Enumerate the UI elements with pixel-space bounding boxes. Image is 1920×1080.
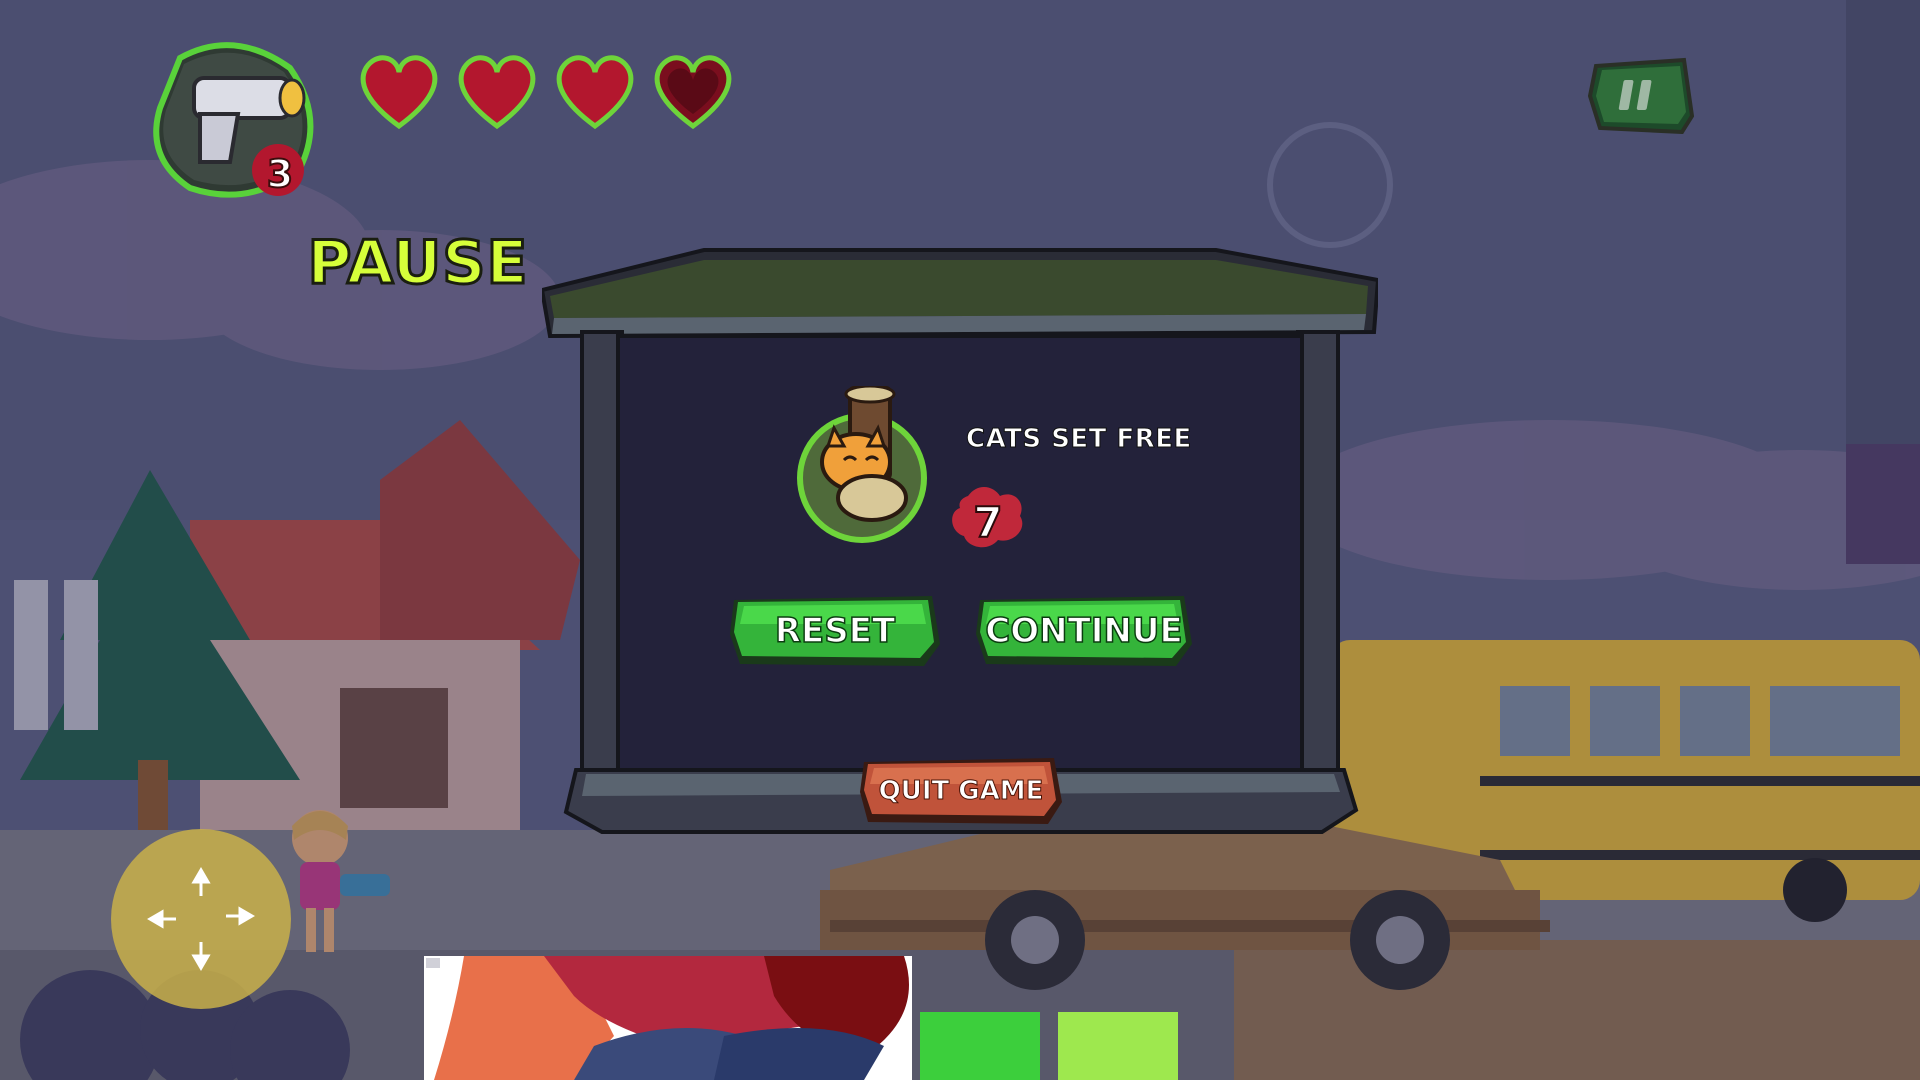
virtual-joystick[interactable] [108,826,294,1012]
heart-empty-icon [654,55,732,130]
reset-label: RESET [774,610,896,652]
rescued-cat-icon [797,386,927,543]
ammo-count: 3 [266,151,294,197]
color-blob-graphic [424,956,912,1080]
cats-set-free-count: 7 [972,497,1003,548]
continue-label: CONTINUE [985,610,1184,652]
pause-title: PAUSE [306,227,529,300]
heart-icon [556,55,634,130]
bottom-overlay-image [424,956,912,1080]
cats-set-free-label: CATS SET FREE [966,424,1192,455]
pause-button[interactable] [1588,56,1694,134]
green-swatch [920,1012,1040,1080]
continue-button[interactable]: CONTINUE [974,594,1194,668]
lime-swatch [1058,1012,1178,1080]
quit-game-button[interactable]: QUIT GAME [858,756,1064,826]
quit-game-label: QUIT GAME [878,776,1044,807]
heart-icon [458,55,536,130]
heart-icon [360,55,438,130]
reset-button[interactable]: RESET [728,594,942,668]
